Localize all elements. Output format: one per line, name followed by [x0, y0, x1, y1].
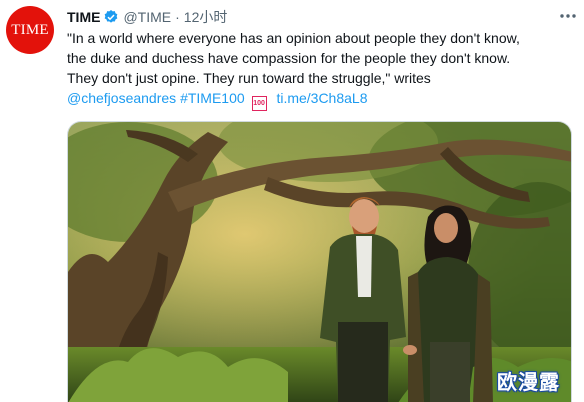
author-name[interactable]: TIME: [67, 9, 100, 25]
photo-forest-couple: [68, 122, 571, 402]
tweet[interactable]: TIME TIME @TIME · 12小时 "In a world where…: [0, 0, 584, 402]
tweet-links: @chefjoseandres #TIME100 100 ti.me/3Ch8a…: [67, 88, 368, 111]
separator-dot: ·: [175, 9, 180, 25]
url-link[interactable]: ti.me/3Ch8aL8: [276, 90, 367, 106]
author-handle[interactable]: @TIME: [123, 9, 171, 25]
timestamp[interactable]: 12小时: [184, 7, 228, 27]
tweet-photo[interactable]: [67, 121, 572, 402]
verified-badge-icon: [105, 10, 118, 23]
avatar-logo: TIME: [11, 21, 49, 38]
hashtag-link[interactable]: #TIME100: [180, 90, 245, 106]
more-options-icon[interactable]: [558, 8, 578, 24]
avatar[interactable]: TIME: [6, 6, 54, 54]
tweet-header: TIME @TIME · 12小时: [67, 8, 227, 26]
hundred-points-icon: 100: [251, 96, 267, 111]
mention-link[interactable]: @chefjoseandres: [67, 90, 176, 106]
tweet-text: "In a world where everyone has an opinio…: [67, 30, 520, 86]
watermark-logo: 欧漫露: [497, 372, 560, 394]
